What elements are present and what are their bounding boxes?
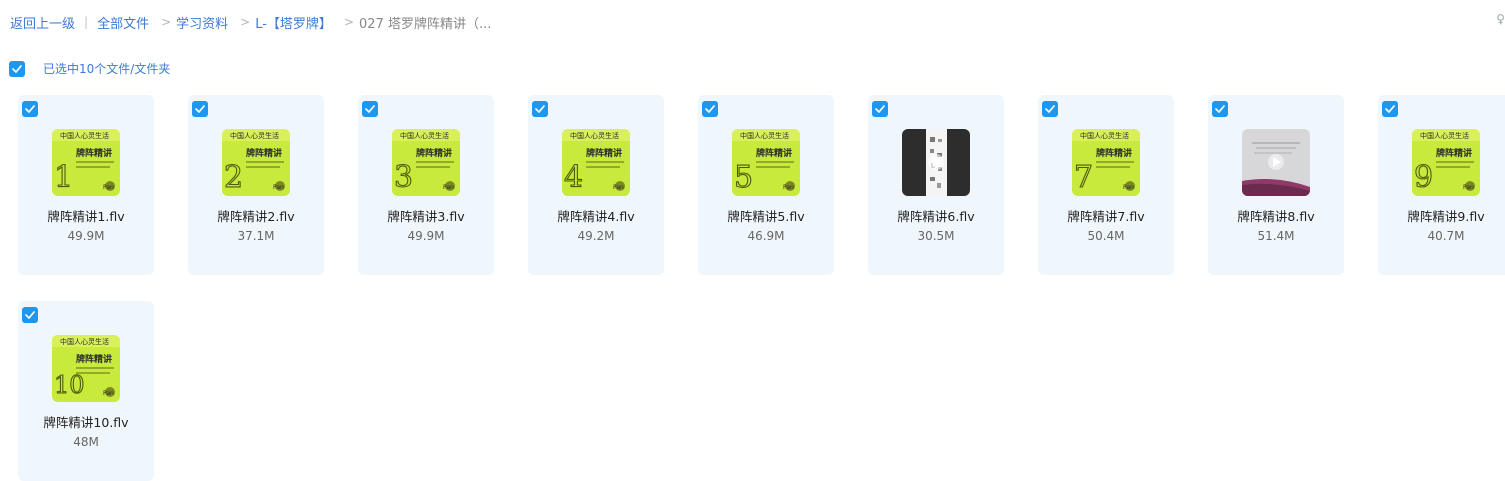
file-size: 49.2M xyxy=(577,229,615,243)
thumb-title-text: 牌阵精讲 xyxy=(1436,147,1472,159)
thumb-number: 1 xyxy=(54,160,73,195)
thumb-number: 2 xyxy=(224,160,243,195)
back-link[interactable]: 返回上一级 xyxy=(10,13,75,32)
video-thumbnail[interactable]: 中国人心灵生活牌阵精讲 5 Pan xyxy=(732,129,800,196)
chevron-right-icon: > xyxy=(343,15,354,29)
chevron-right-icon: > xyxy=(240,15,251,29)
video-thumbnail[interactable] xyxy=(1242,129,1310,196)
video-thumbnail[interactable]: 中国人心灵生活牌阵精讲 2 Pan xyxy=(222,129,290,196)
thumb-logo-text: Pan xyxy=(103,184,114,191)
thumb-logo-text: Pan xyxy=(783,184,794,191)
file-name[interactable]: 牌阵精讲10.flv xyxy=(18,412,154,431)
thumb-logo-text: Pan xyxy=(443,184,454,191)
video-thumbnail[interactable]: 中国人心灵生活牌阵精讲 3 Pan xyxy=(392,129,460,196)
file-size: 51.4M xyxy=(1257,229,1295,243)
thumb-banner-text: 中国人心灵生活 xyxy=(400,131,449,140)
file-name[interactable]: 牌阵精讲1.flv xyxy=(18,206,154,225)
file-name[interactable]: 牌阵精讲6.flv xyxy=(868,206,1004,225)
file-size: 48M xyxy=(73,435,99,449)
file-size: 46.9M xyxy=(747,229,785,243)
file-name[interactable]: 牌阵精讲7.flv xyxy=(1038,206,1174,225)
video-thumbnail[interactable] xyxy=(902,129,970,196)
file-card[interactable]: 中国人心灵生活牌阵精讲 9 Pan 牌阵精讲9.flv 40.7M xyxy=(1378,95,1505,275)
thumb-banner-text: 中国人心灵生活 xyxy=(1420,131,1469,140)
file-size: 37.1M xyxy=(237,229,275,243)
file-card[interactable]: 牌阵精讲8.flv 51.4M xyxy=(1208,95,1344,275)
file-size: 30.5M xyxy=(917,229,955,243)
thumb-title-text: 牌阵精讲 xyxy=(1096,147,1132,159)
breadcrumb-study-materials[interactable]: 学习资料 xyxy=(176,13,228,32)
file-size: 40.7M xyxy=(1427,229,1465,243)
thumb-number: 7 xyxy=(1074,160,1093,195)
breadcrumb-tarot[interactable]: L-【塔罗牌】 xyxy=(255,13,332,32)
thumb-banner-text: 中国人心灵生活 xyxy=(570,131,619,140)
thumb-logo-text: Pan xyxy=(1463,184,1474,191)
breadcrumb-current: 027 塔罗牌阵精讲（... xyxy=(359,16,492,32)
video-thumbnail[interactable]: 中国人心灵生活牌阵精讲 7 Pan xyxy=(1072,129,1140,196)
checkmark-icon[interactable] xyxy=(22,101,38,117)
thumb-title-text: 牌阵精讲 xyxy=(416,147,452,159)
thumb-logo-text: Pan xyxy=(1123,184,1134,191)
file-name[interactable]: 牌阵精讲9.flv xyxy=(1378,206,1505,225)
thumb-title-text: 牌阵精讲 xyxy=(76,353,112,365)
file-card[interactable]: 中国人心灵生活牌阵精讲 7 Pan 牌阵精讲7.flv 50.4M xyxy=(1038,95,1174,275)
checkmark-icon[interactable] xyxy=(532,101,548,117)
file-card[interactable]: 中国人心灵生活牌阵精讲 1 Pan 牌阵精讲1.flv 49.9M xyxy=(18,95,154,275)
thumb-banner-text: 中国人心灵生活 xyxy=(60,131,109,140)
video-thumbnail[interactable]: 中国人心灵生活牌阵精讲 4 Pan xyxy=(562,129,630,196)
checkmark-icon[interactable] xyxy=(362,101,378,117)
file-name[interactable]: 牌阵精讲4.flv xyxy=(528,206,664,225)
file-card[interactable]: 中国人心灵生活牌阵精讲 4 Pan 牌阵精讲4.flv 49.2M xyxy=(528,95,664,275)
play-icon xyxy=(928,154,944,170)
thumb-number: 4 xyxy=(564,160,583,195)
thumb-logo-text: Pan xyxy=(613,184,624,191)
file-card[interactable]: 中国人心灵生活牌阵精讲 3 Pan 牌阵精讲3.flv 49.9M xyxy=(358,95,494,275)
file-card[interactable]: 中国人心灵生活牌阵精讲 10 Pan 牌阵精讲10.flv 48M xyxy=(18,301,154,481)
corner-icon[interactable]: ♀ xyxy=(1496,12,1505,26)
checkmark-icon[interactable] xyxy=(702,101,718,117)
thumb-banner-text: 中国人心灵生活 xyxy=(230,131,279,140)
video-thumbnail[interactable]: 中国人心灵生活牌阵精讲 1 Pan xyxy=(52,129,120,196)
checkmark-icon[interactable] xyxy=(1042,101,1058,117)
checkmark-icon[interactable] xyxy=(1382,101,1398,117)
file-name[interactable]: 牌阵精讲5.flv xyxy=(698,206,834,225)
thumb-title-text: 牌阵精讲 xyxy=(586,147,622,159)
file-size: 50.4M xyxy=(1087,229,1125,243)
thumb-number: 5 xyxy=(734,160,753,195)
file-card[interactable]: 中国人心灵生活牌阵精讲 5 Pan 牌阵精讲5.flv 46.9M xyxy=(698,95,834,275)
file-name[interactable]: 牌阵精讲2.flv xyxy=(188,206,324,225)
file-size: 49.9M xyxy=(407,229,445,243)
thumb-title-text: 牌阵精讲 xyxy=(76,147,112,159)
checkmark-icon[interactable] xyxy=(872,101,888,117)
thumb-title-text: 牌阵精讲 xyxy=(756,147,792,159)
checkmark-icon[interactable] xyxy=(1212,101,1228,117)
selection-count-label: 已选中10个文件/文件夹 xyxy=(43,62,171,76)
checkmark-icon[interactable] xyxy=(192,101,208,117)
checkmark-icon[interactable] xyxy=(22,307,38,323)
file-size: 49.9M xyxy=(67,229,105,243)
thumb-banner-text: 中国人心灵生活 xyxy=(1080,131,1129,140)
breadcrumb-separator: | xyxy=(84,15,89,29)
thumb-title-text: 牌阵精讲 xyxy=(246,147,282,159)
breadcrumb-all-files[interactable]: 全部文件 xyxy=(97,13,149,32)
video-thumbnail[interactable]: 中国人心灵生活牌阵精讲 9 Pan xyxy=(1412,129,1480,196)
thumb-number: 9 xyxy=(1414,160,1433,195)
thumb-banner-text: 中国人心灵生活 xyxy=(60,337,109,346)
thumb-logo-text: Pan xyxy=(103,390,114,397)
thumb-number: 10 xyxy=(54,371,85,399)
select-all[interactable]: 已选中10个文件/文件夹 xyxy=(9,60,170,77)
play-icon xyxy=(1268,154,1284,170)
file-name[interactable]: 牌阵精讲8.flv xyxy=(1208,206,1344,225)
thumb-logo-text: Pan xyxy=(273,184,284,191)
file-name[interactable]: 牌阵精讲3.flv xyxy=(358,206,494,225)
thumb-banner-text: 中国人心灵生活 xyxy=(740,131,789,140)
video-thumbnail[interactable]: 中国人心灵生活牌阵精讲 10 Pan xyxy=(52,335,120,402)
file-card[interactable]: 中国人心灵生活牌阵精讲 2 Pan 牌阵精讲2.flv 37.1M xyxy=(188,95,324,275)
file-card[interactable]: 牌阵精讲6.flv 30.5M xyxy=(868,95,1004,275)
breadcrumb: 返回上一级 | 全部文件 > 学习资料 > L-【塔罗牌】 > 027 塔罗牌阵… xyxy=(10,12,491,32)
chevron-right-icon: > xyxy=(161,15,172,29)
thumb-number: 3 xyxy=(394,160,413,195)
checkmark-icon[interactable] xyxy=(9,60,25,77)
